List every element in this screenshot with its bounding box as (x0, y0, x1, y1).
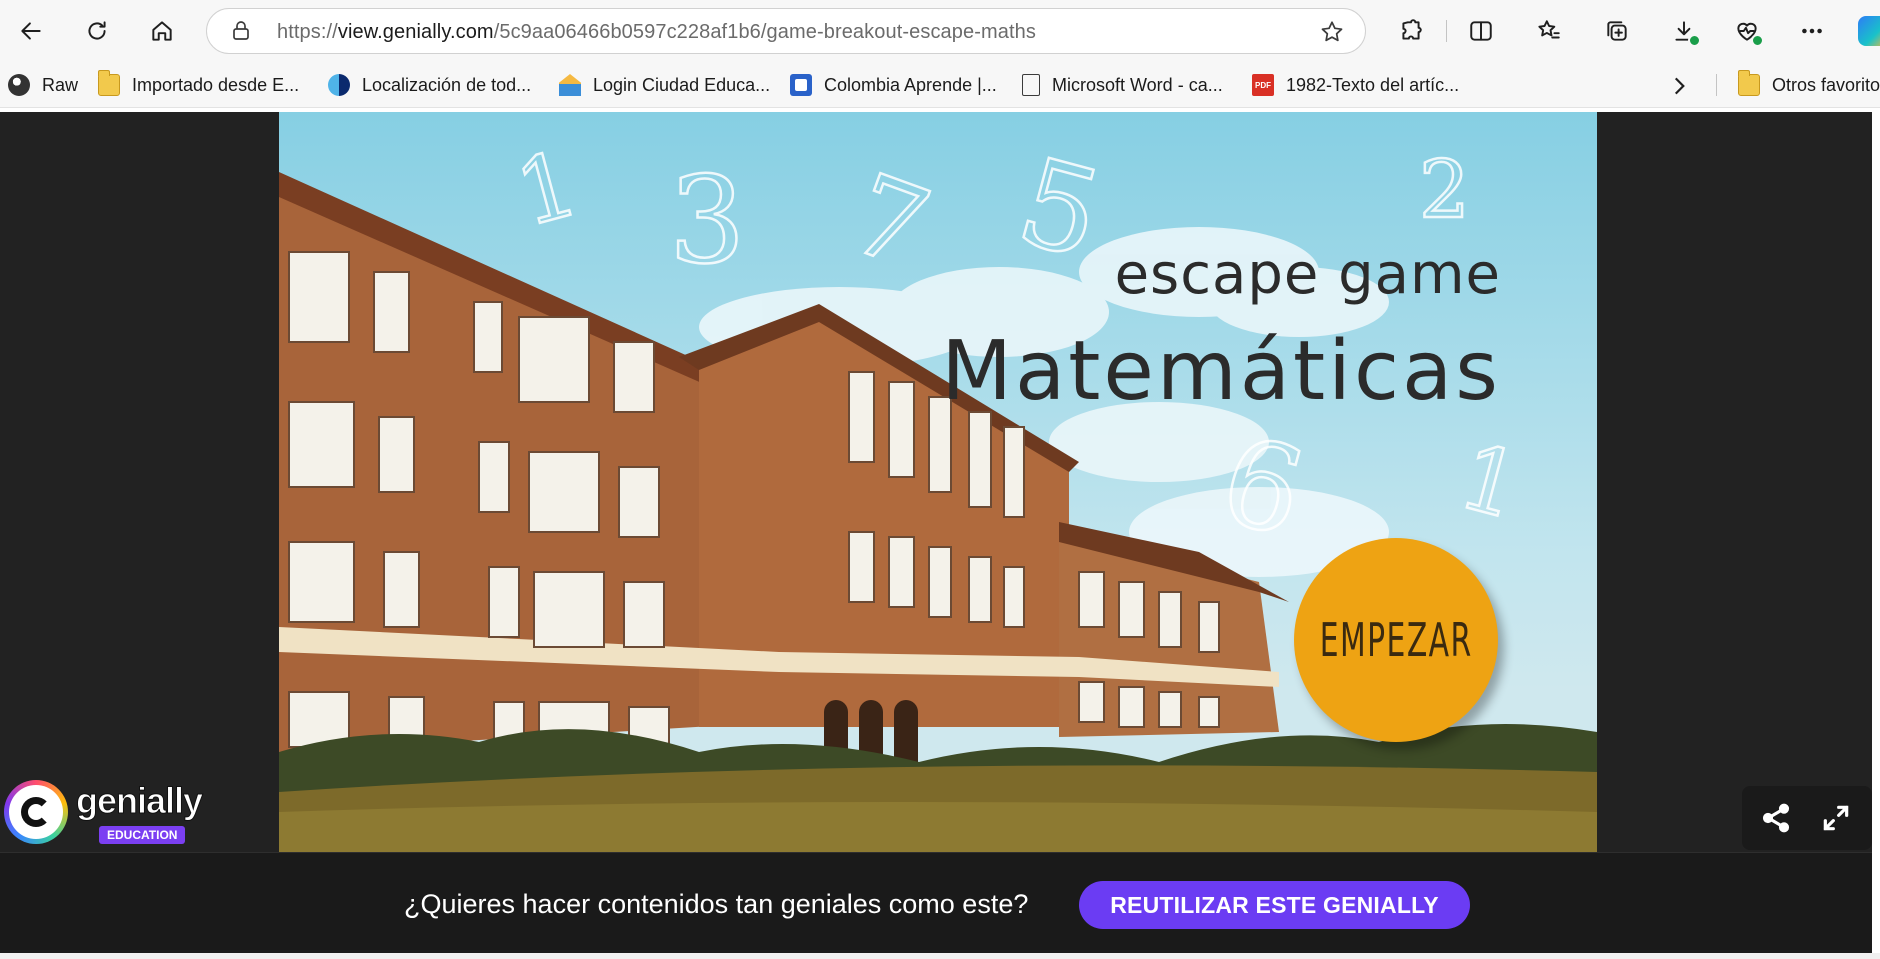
start-button[interactable]: EMPEZAR (1294, 538, 1498, 742)
folder-icon (97, 70, 120, 96)
slide-title: Matemáticas (941, 324, 1501, 419)
reload-button[interactable] (78, 12, 116, 50)
browser-toolbar: https://view.genially.com/5c9aa06466b059… (0, 0, 1880, 62)
bookmark-raw[interactable]: Raw (8, 72, 78, 98)
presentation-slide: 1 3 7 5 2 6 1 escape game Matemáticas EM… (279, 112, 1597, 852)
favorites-list-icon (1538, 20, 1560, 39)
bookmark-label: Login Ciudad Educa... (593, 74, 771, 95)
promo-question: ¿Quieres hacer contenidos tan geniales c… (404, 889, 1029, 919)
bookmark-label: Microsoft Word - ca... (1052, 74, 1223, 95)
expand-icon (1823, 805, 1849, 831)
split-screen-button[interactable] (1462, 12, 1500, 50)
more-bookmarks-chevron-icon[interactable] (1666, 73, 1692, 99)
bookmarks-divider (1716, 74, 1717, 96)
favorites-button[interactable] (1530, 12, 1568, 50)
toolbar-divider (1446, 20, 1447, 42)
bookmark-label: Raw (42, 74, 79, 95)
address-bar[interactable]: https://view.genially.com/5c9aa06466b059… (206, 8, 1366, 54)
site-info-icon[interactable] (229, 19, 253, 43)
window-bottom-edge (0, 953, 1880, 959)
chalk-digit: 1 (1449, 424, 1531, 540)
document-icon (1022, 74, 1040, 96)
fullscreen-button[interactable] (1820, 802, 1852, 834)
pdf-icon: PDF (1252, 74, 1274, 96)
reuse-promo-bar: ¿Quieres hacer contenidos tan geniales c… (0, 852, 1872, 953)
downloads-button[interactable] (1665, 12, 1703, 50)
genially-viewer: 1 3 7 5 2 6 1 escape game Matemáticas EM… (0, 112, 1872, 852)
bookmark-microsoft-word[interactable]: Microsoft Word - ca... (1022, 72, 1223, 98)
split-screen-icon (1470, 21, 1492, 41)
bookmark-login-ciudad-educa[interactable]: Login Ciudad Educa... (559, 72, 770, 98)
reload-icon (88, 21, 106, 40)
url-scheme: https:// (277, 21, 338, 43)
share-icon (1762, 803, 1790, 833)
genially-logo[interactable]: genially EDUCATION (4, 780, 204, 846)
viewer-controls (1742, 786, 1872, 850)
home-button[interactable] (143, 12, 181, 50)
settings-more-button[interactable] (1793, 12, 1831, 50)
site-icon (328, 74, 350, 96)
chalk-digit: 3 (669, 152, 745, 291)
genially-g-icon (4, 780, 68, 844)
back-button[interactable] (12, 12, 50, 50)
bookmark-folder-importado[interactable]: Importado desde E... (97, 70, 300, 98)
extensions-button[interactable] (1392, 12, 1430, 50)
collections-icon (1607, 21, 1627, 41)
bookmark-label: Otros favorito (1772, 74, 1880, 95)
favorite-star-icon[interactable] (1319, 19, 1345, 45)
bookmark-localizacion[interactable]: Localización de tod... (328, 72, 531, 98)
share-button[interactable] (1760, 802, 1792, 834)
copilot-icon[interactable] (1858, 16, 1880, 46)
site-icon (790, 74, 812, 96)
bookmark-1982-texto[interactable]: PDF 1982-Texto del artíc... (1252, 72, 1459, 98)
genially-wordmark: genially (75, 780, 203, 822)
home-icon (152, 21, 172, 41)
essentials-ok-badge (1751, 34, 1764, 47)
bookmarks-bar: Raw Importado desde E... Localización de… (0, 62, 1880, 108)
collections-button[interactable] (1598, 12, 1636, 50)
reuse-genially-button[interactable]: REUTILIZAR ESTE GENIALLY (1079, 881, 1470, 929)
slide-subtitle: escape game (1114, 242, 1501, 307)
download-complete-badge (1688, 34, 1701, 47)
more-dots-icon (1802, 28, 1822, 34)
bookmark-label: Colombia Aprende |... (824, 74, 997, 95)
raw-icon (8, 74, 30, 96)
url-host: view.genially.com (337, 21, 494, 43)
bookmark-colombia-aprende[interactable]: Colombia Aprende |... (790, 72, 997, 98)
browser-essentials-button[interactable] (1728, 12, 1766, 50)
folder-icon (1737, 70, 1760, 96)
puzzle-icon (1402, 19, 1422, 40)
chalk-digit: 2 (1419, 143, 1470, 236)
start-button-label: EMPEZAR (1319, 613, 1473, 667)
site-icon (559, 74, 581, 96)
education-badge: EDUCATION (99, 826, 186, 844)
bookmark-label: 1982-Texto del artíc... (1286, 74, 1460, 95)
back-arrow-icon (21, 22, 41, 40)
chalk-digit: 7 (835, 149, 945, 293)
url-text[interactable]: https://view.genially.com/5c9aa06466b059… (277, 21, 1036, 44)
chalk-digit: 1 (506, 131, 588, 247)
url-path: /5c9aa06466b0597c228af1b6/game-breakout-… (493, 21, 1036, 43)
bookmark-other-favorites[interactable]: Otros favorito (1737, 70, 1880, 98)
bookmark-label: Localización de tod... (362, 74, 532, 95)
bookmark-label: Importado desde E... (132, 74, 300, 95)
